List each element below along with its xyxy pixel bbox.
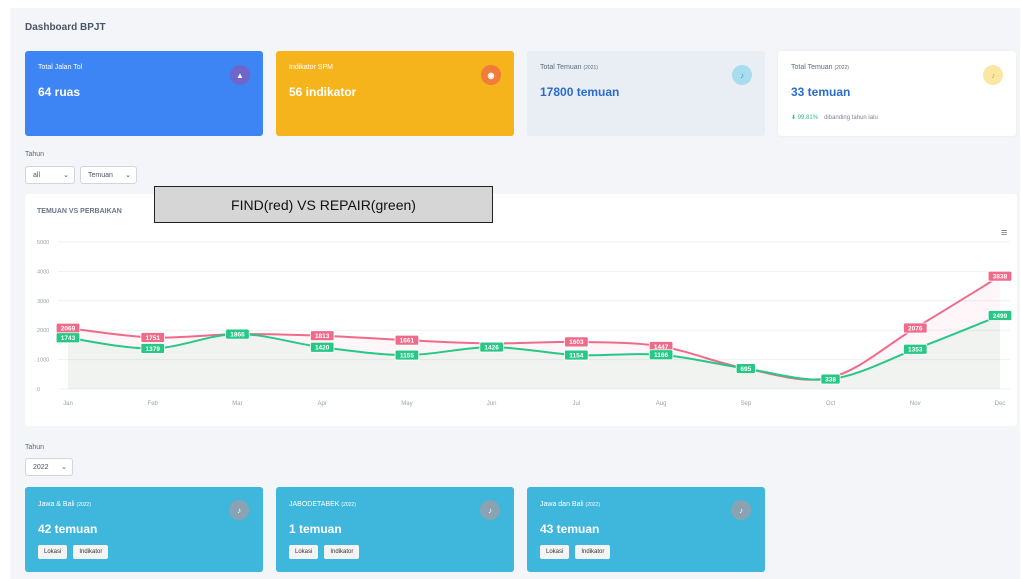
bell-icon: ♪ [732,65,752,85]
data-label: 1426 [484,344,499,351]
x-tick-label: Mar [232,401,242,407]
y-tick-label: 0 [37,387,40,393]
region-card-jawa-dan-bali: Jawa dan Bali (2022) 43 temuan ♪ Lokasi … [527,487,765,572]
region-card-value: 1 temuan [289,522,342,536]
data-label: 1379 [145,346,160,353]
y-tick-label: 1000 [37,358,49,364]
stat-card-value: 17800 temuan [540,85,620,99]
indikator-button[interactable]: Indikator [73,545,109,559]
x-tick-label: Feb [148,401,159,407]
data-label: 2069 [61,325,76,332]
stat-card-value: 56 indikator [289,85,357,99]
x-tick-label: Jun [487,401,497,407]
data-label: 1603 [569,339,584,346]
indikator-button[interactable]: Indikator [575,545,611,559]
data-label: 338 [825,376,836,383]
annotation-overlay: FIND(red) VS REPAIR(green) [154,186,493,223]
bell-icon: ♪ [731,500,751,520]
type-select[interactable]: Temuan ⌄ [80,166,137,184]
x-tick-label: Apr [318,401,327,407]
page-title: Dashboard BPJT [25,22,106,33]
data-label: 1353 [908,347,923,354]
region-card-jawa-bali: Jawa & Bali (2022) 42 temuan ♪ Lokasi In… [25,487,263,572]
x-tick-label: May [401,401,412,407]
lokasi-button[interactable]: Lokasi [540,545,570,559]
target-icon: ◉ [481,65,501,85]
data-label: 1154 [569,352,583,359]
data-label: 2076 [908,325,923,332]
y-tick-label: 5000 [37,240,49,246]
stat-card-temuan-2022[interactable]: Total Temuan (2022) 33 temuan ♪ ⬇ 99.81%… [778,51,1016,136]
stat-card-label: Total Temuan (2022) [791,64,849,71]
y-tick-label: 2000 [37,328,49,334]
y-tick-label: 4000 [37,269,49,275]
bell-icon: ♪ [480,500,500,520]
data-label: 2499 [993,313,1008,320]
series-area [68,315,1000,389]
x-tick-label: Dec [995,401,1006,407]
region-card-label: Jawa dan Bali (2022) [540,501,600,508]
data-label: 1661 [400,337,415,344]
lokasi-button[interactable]: Lokasi [38,545,68,559]
data-label: 1813 [315,333,330,340]
data-label: 1866 [230,331,245,338]
chevron-down-icon: ⌄ [61,464,67,471]
bell-icon: ♪ [983,65,1003,85]
region-card-value: 42 temuan [38,522,98,536]
stat-card-temuan-2021[interactable]: Total Temuan (2021) 17800 temuan ♪ [527,51,765,136]
lokasi-button[interactable]: Lokasi [289,545,319,559]
line-chart: 0 1000 2000 3000 4000 5000 Jan Feb Mar Apr May Jun J… [37,240,1013,407]
bottom-year-select[interactable]: 2022 ⌄ [25,458,73,476]
data-label: 695 [740,366,751,373]
x-tick-label: Jan [63,401,73,407]
data-label: 1155 [400,352,414,359]
chevron-down-icon: ⌄ [125,172,131,179]
data-label: 3838 [993,273,1008,280]
stat-card-value: 64 ruas [38,85,81,99]
data-label: 1751 [145,335,160,342]
chevron-down-icon: ⌄ [63,172,69,179]
road-icon: ▲ [230,65,250,85]
region-card-label: JABODETABEK (2022) [289,501,356,508]
x-tick-label: Sep [740,401,751,407]
bottom-tahun-label: Tahun [25,444,45,451]
x-tick-label: Jul [573,401,581,407]
indikator-button[interactable]: Indikator [324,545,360,559]
stat-card-label: Indikator SPM [289,64,333,71]
dashboard-page: Dashboard BPJT Total Jalan Tol 64 ruas ▲… [10,8,1020,579]
region-card-value: 43 temuan [540,522,600,536]
tahun-label: Tahun [25,151,45,158]
region-card-label: Jawa & Bali (2022) [38,501,91,508]
data-label: 1166 [654,352,668,359]
chart-panel: TEMUAN VS PERBAIKAN ≡ 0 1000 2000 3000 4000 5… [25,194,1017,426]
x-tick-label: Oct [826,401,836,407]
bell-icon: ♪ [229,500,249,520]
comparison-text: ⬇ 99.81% dibanding tahun lalu [791,115,878,121]
data-label: 1420 [315,345,330,352]
data-label: 1743 [61,335,76,342]
stat-card-indikator[interactable]: Indikator SPM 56 indikator ◉ [276,51,514,136]
stat-card-value: 33 temuan [791,85,851,99]
stat-card-label: Total Jalan Tol [38,64,83,71]
stat-card-label: Total Temuan (2021) [540,64,598,71]
year-select[interactable]: all ⌄ [25,166,75,184]
x-tick-label: Nov [910,401,921,407]
x-tick-label: Aug [656,401,667,407]
stat-card-jalan-tol[interactable]: Total Jalan Tol 64 ruas ▲ [25,51,263,136]
region-card-jabodetabek: JABODETABEK (2022) 1 temuan ♪ Lokasi Ind… [276,487,514,572]
y-tick-label: 3000 [37,299,49,305]
